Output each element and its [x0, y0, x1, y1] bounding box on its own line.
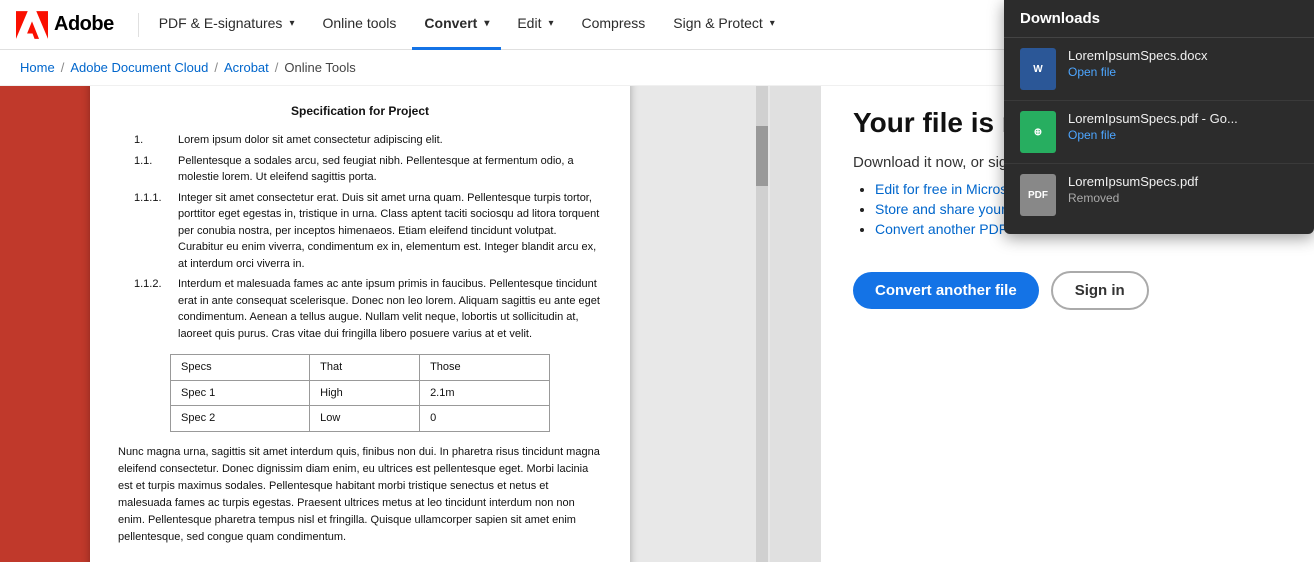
pdf-page: Specification for Project 1. Lorem ipsum… — [90, 86, 630, 562]
sign-in-button[interactable]: Sign in — [1051, 271, 1149, 310]
convert-another-button[interactable]: Convert another file — [853, 272, 1039, 309]
download-filename: LoremIpsumSpecs.pdf - Go... — [1068, 111, 1238, 126]
table-cell: Spec 1 — [171, 380, 310, 406]
pdf-sidebar-left — [0, 86, 90, 562]
nav-compress[interactable]: Compress — [570, 0, 658, 50]
adobe-wordmark: Adobe — [54, 13, 114, 36]
download-item: ⊕ LoremIpsumSpecs.pdf - Go... Open file — [1004, 101, 1314, 164]
table-cell: That — [310, 355, 420, 381]
download-item: W LoremIpsumSpecs.docx Open file — [1004, 38, 1314, 101]
pdf-preview: Specification for Project 1. Lorem ipsum… — [0, 86, 820, 562]
adobe-logo[interactable]: Adobe — [16, 11, 114, 39]
table-cell: Specs — [171, 355, 310, 381]
table-cell: 0 — [420, 406, 550, 432]
nav-edit[interactable]: Edit ▾ — [505, 0, 565, 50]
pdf-scrollbar[interactable] — [756, 86, 768, 562]
ready-actions: Convert another file Sign in — [853, 271, 1290, 310]
downloads-dropdown: Downloads W LoremIpsumSpecs.docx Open file… — [1004, 0, 1314, 234]
removed-label: Removed — [1068, 191, 1198, 205]
table-cell: Those — [420, 355, 550, 381]
download-file-icon: ⊕ — [1020, 111, 1056, 153]
pdf-scrollbar-thumb — [756, 126, 768, 186]
pdf-list: 1. Lorem ipsum dolor sit amet consectetu… — [134, 132, 602, 342]
table-cell: 2.1m — [420, 380, 550, 406]
table-cell: Spec 2 — [171, 406, 310, 432]
download-filename: LoremIpsumSpecs.pdf — [1068, 174, 1198, 189]
chevron-down-icon: ▾ — [289, 18, 294, 29]
nav-convert[interactable]: Convert ▾ — [412, 0, 501, 50]
download-file-icon: W — [1020, 48, 1056, 90]
list-item: 1.1.1. Integer sit amet consectetur erat… — [134, 190, 602, 273]
breadcrumb-document-cloud[interactable]: Adobe Document Cloud — [70, 60, 208, 75]
nav-online-tools[interactable]: Online tools — [310, 0, 408, 50]
chevron-down-icon: ▾ — [548, 18, 553, 29]
nav-divider — [138, 13, 139, 37]
open-file-link[interactable]: Open file — [1068, 65, 1207, 79]
nav-sign-protect[interactable]: Sign & Protect ▾ — [661, 0, 787, 50]
table-cell: High — [310, 380, 420, 406]
pdf-sidebar-right — [770, 86, 820, 562]
list-item: 1. Lorem ipsum dolor sit amet consectetu… — [134, 132, 602, 149]
table-cell: Low — [310, 406, 420, 432]
downloads-header: Downloads — [1004, 0, 1314, 38]
breadcrumb-acrobat[interactable]: Acrobat — [224, 60, 269, 75]
pdf-paragraph: Nunc magna urna, sagittis sit amet inter… — [118, 444, 602, 546]
download-item: PDF LoremIpsumSpecs.pdf Removed — [1004, 164, 1314, 226]
breadcrumb-current: Online Tools — [284, 60, 355, 75]
pdf-title: Specification for Project — [118, 102, 602, 120]
breadcrumb-home[interactable]: Home — [20, 60, 55, 75]
chevron-down-icon: ▾ — [770, 18, 775, 29]
nav-pdf-esignatures[interactable]: PDF & E-signatures ▾ — [147, 0, 307, 50]
download-file-icon: PDF — [1020, 174, 1056, 216]
pdf-table: SpecsThatThose Spec 1High2.1m Spec 2Low0 — [170, 354, 550, 432]
list-item: 1.1.2. Interdum et malesuada fames ac an… — [134, 276, 602, 342]
open-file-link[interactable]: Open file — [1068, 128, 1238, 142]
list-item: 1.1. Pellentesque a sodales arcu, sed fe… — [134, 153, 602, 186]
chevron-down-icon: ▾ — [484, 18, 489, 29]
download-filename: LoremIpsumSpecs.docx — [1068, 48, 1207, 63]
